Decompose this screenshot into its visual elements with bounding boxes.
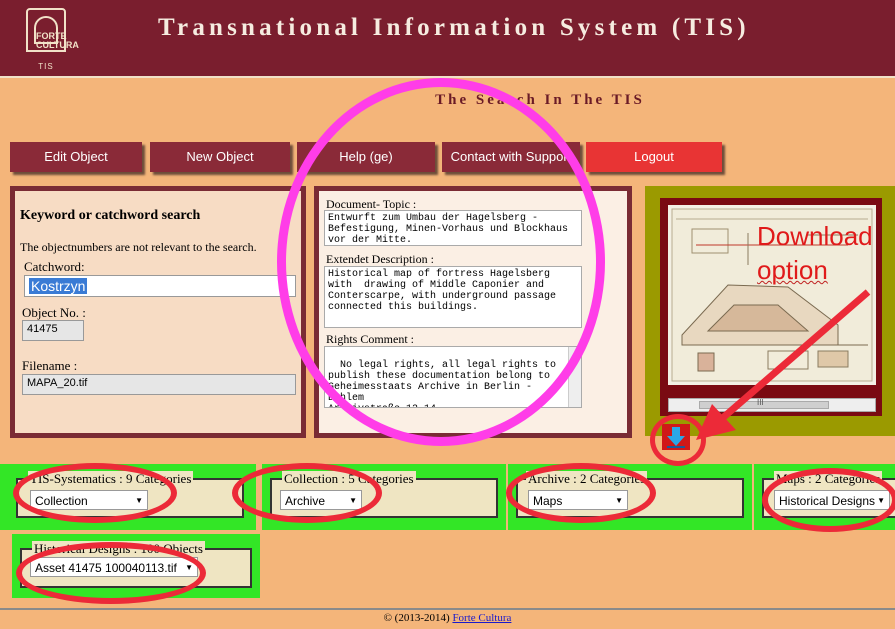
catchword-input[interactable]: Kostrzyn	[24, 275, 296, 297]
footer-copyright: © (2013-2014)	[383, 612, 453, 624]
download-annotation-label: Download option	[757, 219, 873, 287]
new-object-button[interactable]: New Object	[150, 142, 290, 172]
highlight-ring-tis-systematics	[13, 463, 177, 523]
search-panel-title: Keyword or catchword search	[20, 208, 201, 223]
forte-cultura-link[interactable]: Forte Cultura	[452, 612, 511, 624]
catchword-label: Catchword:	[24, 259, 85, 274]
catchword-value: Kostrzyn	[29, 278, 88, 294]
download-annotation-line2: option	[757, 255, 828, 285]
logo-text-cultura: CULTURA	[36, 40, 79, 50]
footer-divider	[0, 608, 895, 610]
highlight-ring-collection	[232, 463, 382, 523]
page-title: Transnational Information System (TIS)	[158, 14, 750, 41]
highlight-ring-archive	[506, 463, 656, 523]
highlight-ring-historical-designs	[16, 542, 206, 604]
highlight-ring-maps	[762, 468, 895, 532]
filename-field[interactable]: MAPA_20.tif	[22, 374, 296, 395]
logout-button[interactable]: Logout	[586, 142, 722, 172]
object-no-field[interactable]: 41475	[22, 320, 84, 341]
search-note: The objectnumbers are not relevant to th…	[20, 240, 257, 254]
footer: © (2013-2014) Forte Cultura	[0, 612, 895, 624]
filename-label: Filename :	[22, 358, 78, 373]
logo-text-tis: TIS	[38, 62, 54, 71]
download-annotation-line1: Download	[757, 221, 873, 251]
object-no-label: Object No. :	[22, 305, 86, 320]
edit-object-button[interactable]: Edit Object	[10, 142, 142, 172]
details-highlight-ring	[277, 78, 605, 446]
forte-cultura-logo[interactable]: FORTE CULTURA TIS	[18, 6, 79, 72]
annotation-arrow-icon	[696, 289, 871, 440]
